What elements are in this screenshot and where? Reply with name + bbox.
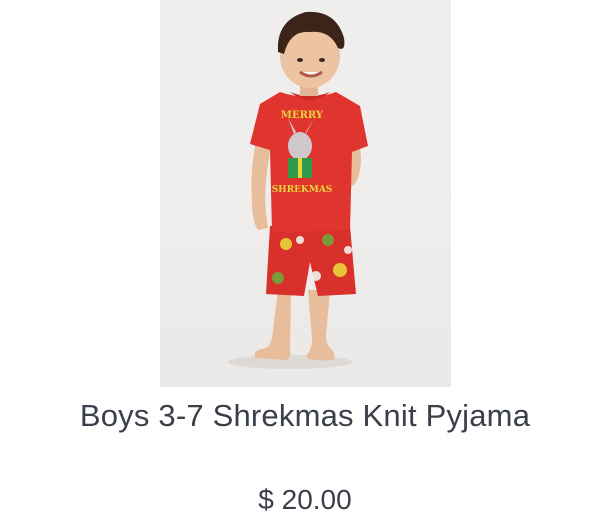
shirt-print-bottom: SHREKMAS (272, 185, 333, 195)
product-card[interactable]: MERRY SHREKMAS Boys 3-7 Shrekmas Knit Py… (0, 0, 610, 520)
legs (254, 290, 335, 361)
product-photo: MERRY SHREKMAS (228, 11, 368, 369)
shorts (266, 226, 356, 296)
shirt-print-top: MERRY (281, 110, 324, 121)
product-title[interactable]: Boys 3-7 Shrekmas Knit Pyjama (0, 394, 610, 438)
product-price: $ 20.00 (258, 484, 352, 515)
head (277, 11, 345, 96)
product-page: MERRY SHREKMAS Boys 3-7 Shrekmas Knit Py… (0, 0, 610, 520)
product-image[interactable]: MERRY SHREKMAS (160, 0, 451, 387)
